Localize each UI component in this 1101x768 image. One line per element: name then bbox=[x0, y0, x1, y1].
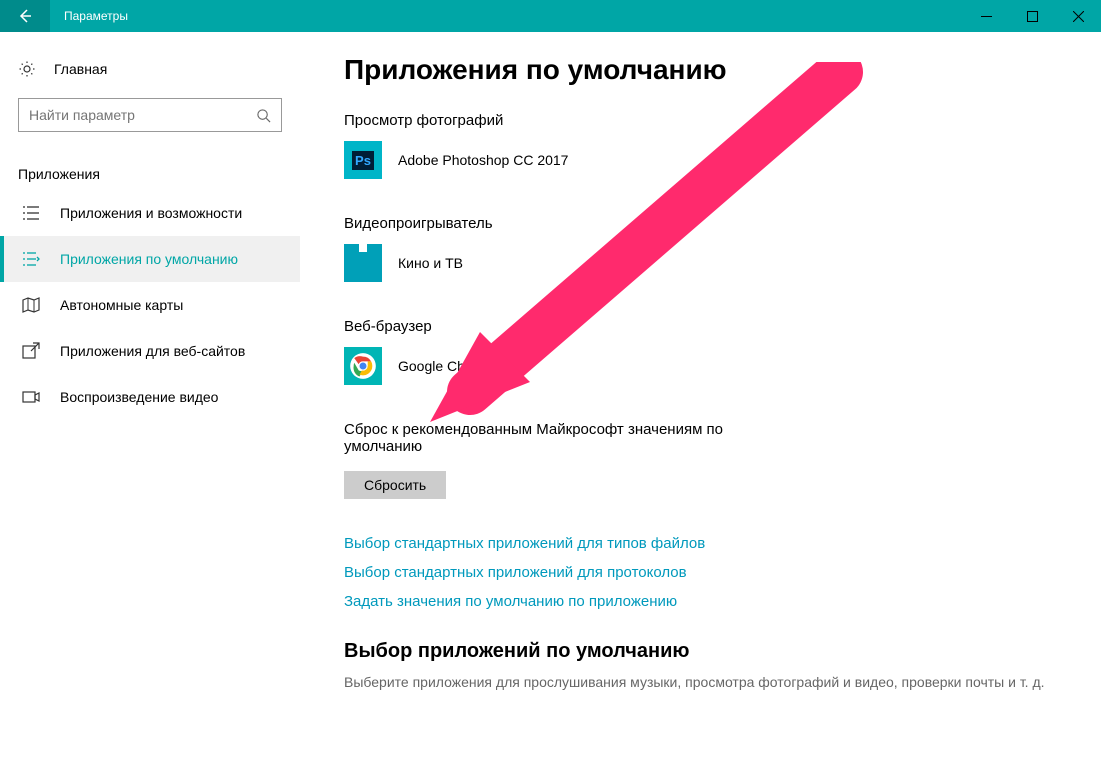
default-app-photos-name: Adobe Photoshop CC 2017 bbox=[398, 152, 568, 168]
back-button[interactable] bbox=[0, 0, 50, 32]
map-icon bbox=[22, 296, 40, 314]
sidebar-item-label: Приложения и возможности bbox=[60, 205, 242, 221]
default-apps-icon bbox=[22, 250, 40, 268]
sidebar-item-offline-maps[interactable]: Автономные карты bbox=[0, 282, 300, 328]
sidebar-item-apps-features[interactable]: Приложения и возможности bbox=[0, 190, 300, 236]
main-content: Приложения по умолчанию Просмотр фотогра… bbox=[300, 32, 1101, 768]
sidebar-section-label: Приложения bbox=[0, 132, 300, 190]
maximize-icon bbox=[1027, 11, 1038, 22]
choose-apps-paragraph: Выберите приложения для прослушивания му… bbox=[344, 673, 1064, 692]
choose-apps-heading: Выбор приложений по умолчанию bbox=[344, 640, 1079, 663]
apps-list-icon bbox=[22, 204, 40, 222]
video-playback-icon bbox=[22, 388, 40, 406]
section-heading-video: Видеопроигрыватель bbox=[344, 215, 1079, 232]
window-title: Параметры bbox=[50, 9, 128, 23]
search-box[interactable] bbox=[18, 98, 282, 132]
movies-tv-icon bbox=[344, 244, 382, 282]
minimize-icon bbox=[981, 11, 992, 22]
link-protocols[interactable]: Выбор стандартных приложений для протоко… bbox=[344, 564, 1079, 581]
link-by-app[interactable]: Задать значения по умолчанию по приложен… bbox=[344, 593, 1079, 610]
sidebar-item-apps-websites[interactable]: Приложения для веб-сайтов bbox=[0, 328, 300, 374]
default-app-photos[interactable]: Ps Adobe Photoshop CC 2017 bbox=[344, 141, 1079, 179]
sidebar-item-label: Автономные карты bbox=[60, 297, 183, 313]
back-arrow-icon bbox=[17, 8, 33, 24]
open-external-icon bbox=[22, 342, 40, 360]
chrome-icon bbox=[344, 347, 382, 385]
default-app-video-name: Кино и ТВ bbox=[398, 255, 463, 271]
maximize-button[interactable] bbox=[1009, 0, 1055, 32]
section-heading-browser: Веб-браузер bbox=[344, 318, 1079, 335]
minimize-button[interactable] bbox=[963, 0, 1009, 32]
search-icon bbox=[256, 108, 271, 123]
sidebar-item-label: Воспроизведение видео bbox=[60, 389, 218, 405]
section-heading-photos: Просмотр фотографий bbox=[344, 112, 1079, 129]
search-input[interactable] bbox=[29, 107, 256, 123]
page-title: Приложения по умолчанию bbox=[344, 54, 1079, 86]
home-link[interactable]: Главная bbox=[0, 54, 300, 84]
home-label: Главная bbox=[54, 61, 107, 77]
titlebar: Параметры bbox=[0, 0, 1101, 32]
link-file-types[interactable]: Выбор стандартных приложений для типов ф… bbox=[344, 535, 1079, 552]
default-app-browser-name: Google Chrome bbox=[398, 358, 497, 374]
gear-icon bbox=[18, 60, 36, 78]
sidebar-item-video-playback[interactable]: Воспроизведение видео bbox=[0, 374, 300, 420]
default-app-video[interactable]: Кино и ТВ bbox=[344, 244, 1079, 282]
reset-description: Сброс к рекомендованным Майкрософт значе… bbox=[344, 421, 764, 455]
close-icon bbox=[1073, 11, 1084, 22]
sidebar-item-label: Приложения для веб-сайтов bbox=[60, 343, 245, 359]
sidebar-item-default-apps[interactable]: Приложения по умолчанию bbox=[0, 236, 300, 282]
default-app-browser[interactable]: Google Chrome bbox=[344, 347, 1079, 385]
reset-button[interactable]: Сбросить bbox=[344, 471, 446, 499]
photoshop-icon: Ps bbox=[344, 141, 382, 179]
close-button[interactable] bbox=[1055, 0, 1101, 32]
sidebar: Главная Приложения Приложения и возможно… bbox=[0, 32, 300, 768]
link-list: Выбор стандартных приложений для типов ф… bbox=[344, 535, 1079, 610]
sidebar-item-label: Приложения по умолчанию bbox=[60, 251, 238, 267]
